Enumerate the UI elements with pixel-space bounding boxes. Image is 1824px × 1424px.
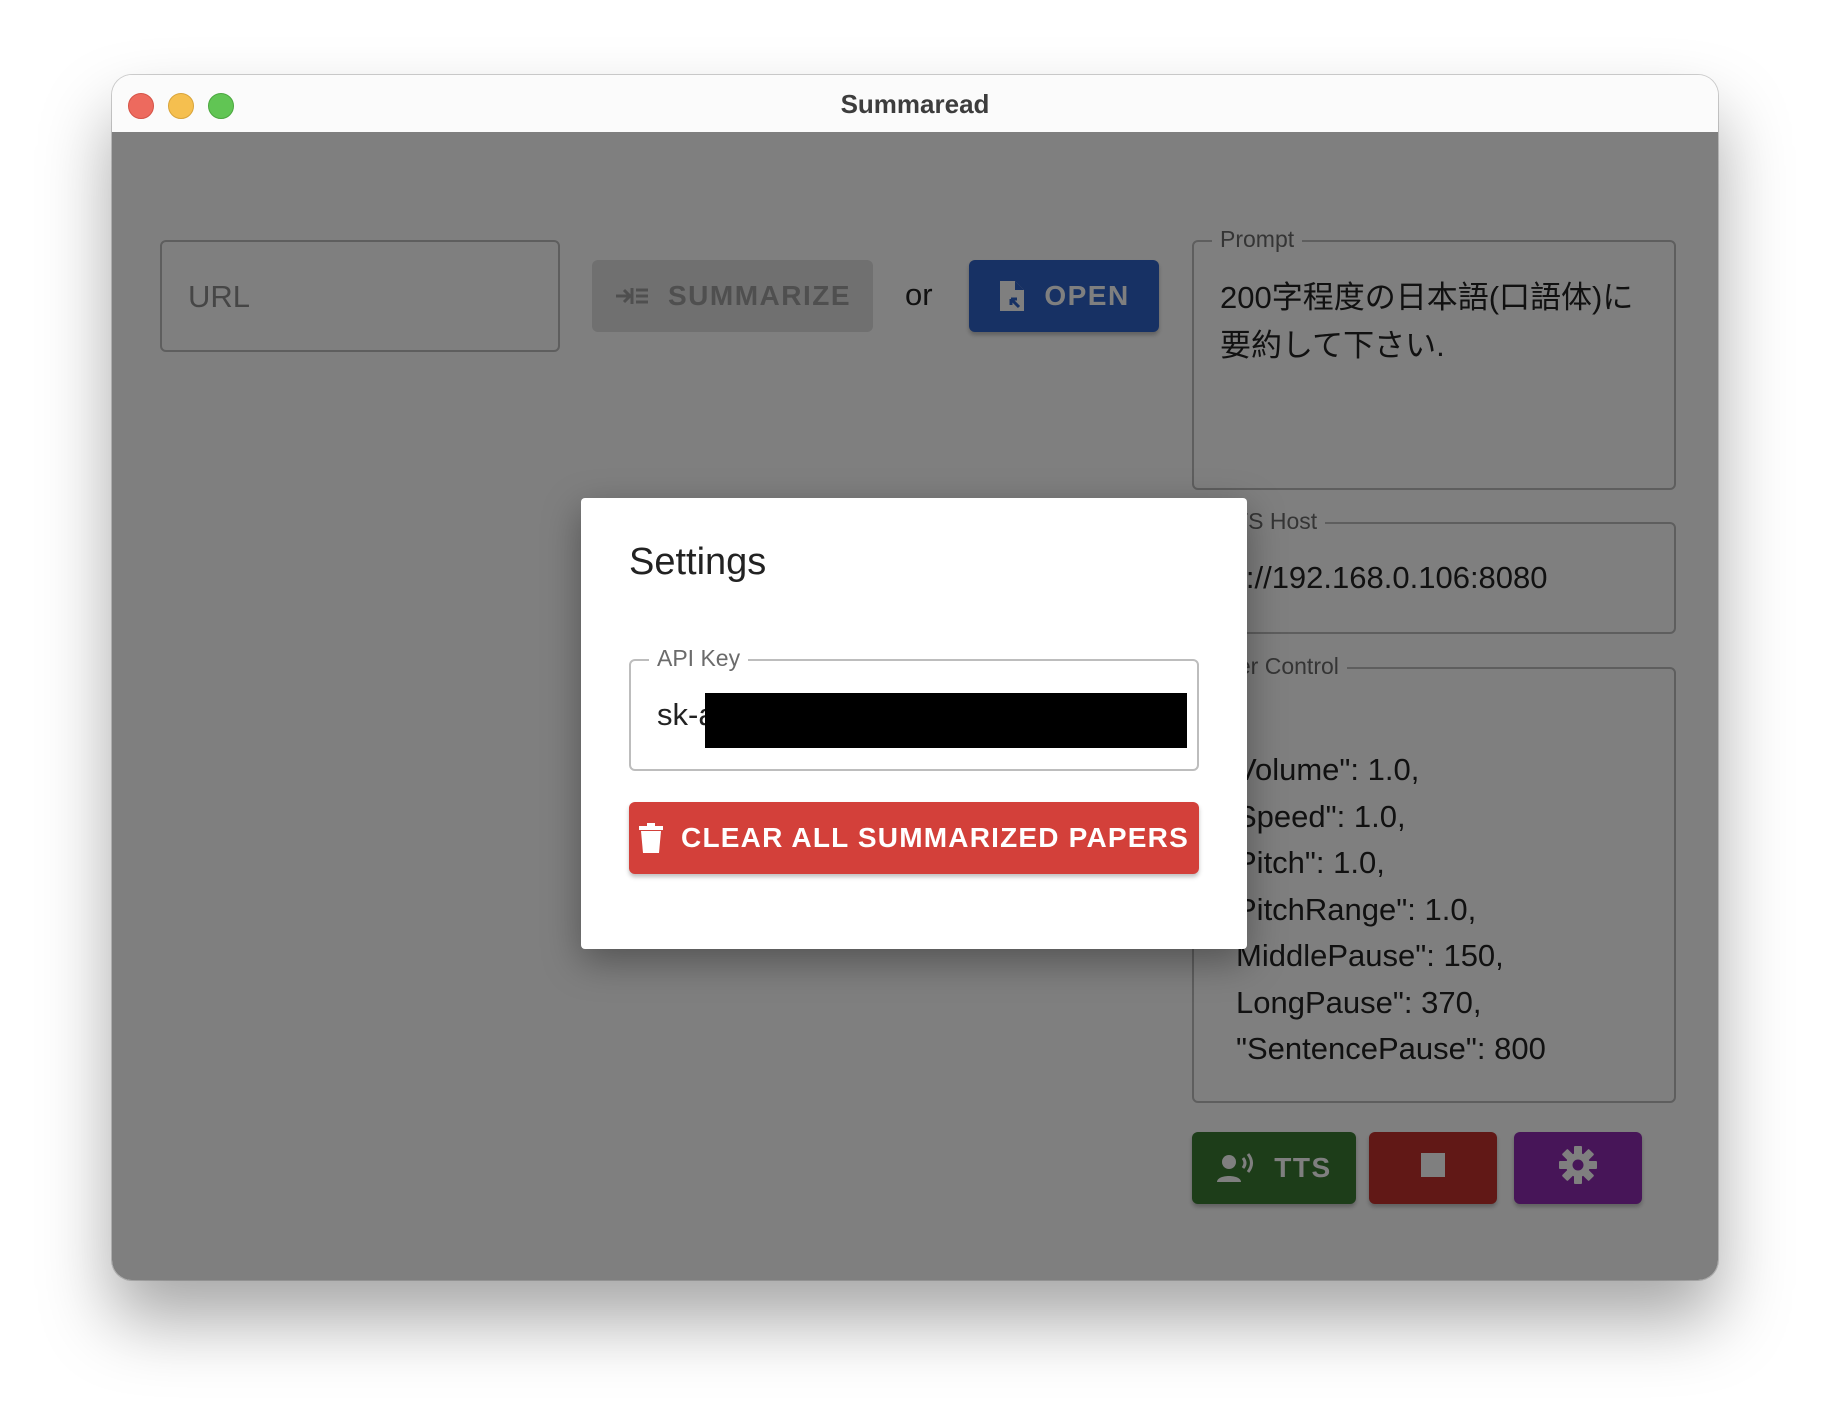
- redaction-box: [705, 693, 1187, 748]
- window-title: Summaread: [840, 89, 990, 119]
- trash-icon: [639, 823, 664, 853]
- api-key-label: API Key: [649, 645, 749, 672]
- title-bar: Summaread: [112, 75, 1718, 133]
- settings-dialog: Settings API Key sk-a CLEAR ALL SUMMARIZ…: [581, 498, 1247, 949]
- api-key-field[interactable]: API Key sk-a: [629, 645, 1199, 771]
- dialog-title: Settings: [629, 541, 767, 583]
- clear-all-button[interactable]: CLEAR ALL SUMMARIZED PAPERS: [629, 802, 1199, 874]
- clear-all-label: CLEAR ALL SUMMARIZED PAPERS: [681, 822, 1189, 853]
- app-window: Summaread URL SUMMARIZE or: [112, 75, 1718, 1280]
